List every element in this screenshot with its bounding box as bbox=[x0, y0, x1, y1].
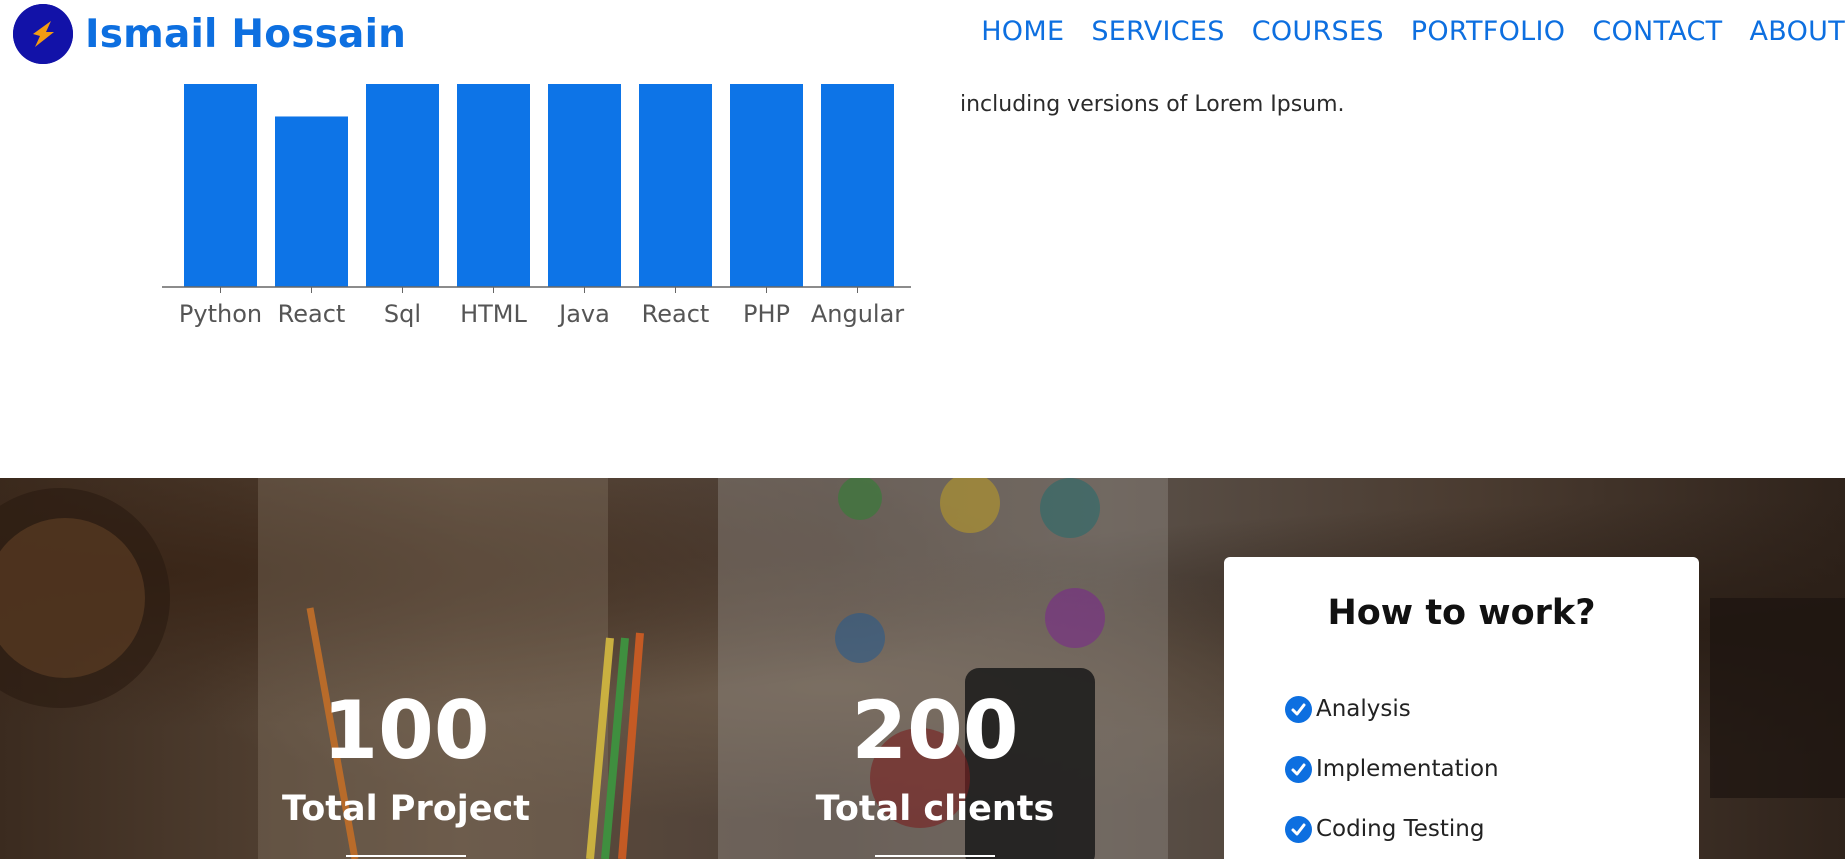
x-tick-label: HTML bbox=[460, 300, 527, 328]
nav-services[interactable]: SERVICES bbox=[1091, 16, 1224, 47]
nav-home[interactable]: HOME bbox=[981, 16, 1064, 47]
stat-total-clients: 200 Total clients bbox=[785, 691, 1085, 857]
nav-about[interactable]: ABOUT bbox=[1749, 16, 1845, 47]
list-item: Coding Testing bbox=[1285, 799, 1499, 859]
stat-number: 200 bbox=[851, 684, 1019, 777]
logo-icon[interactable] bbox=[13, 4, 73, 64]
bar-html-3 bbox=[457, 84, 530, 287]
stat-total-project: 100 Total Project bbox=[256, 691, 556, 857]
bar-angular-7 bbox=[821, 84, 894, 287]
site-header: Ismail Hossain HOME SERVICES COURSES POR… bbox=[0, 0, 1845, 64]
x-tick-label: Sql bbox=[384, 300, 421, 328]
x-tick-label: Python bbox=[179, 300, 262, 328]
about-paragraph-line: including versions of Lorem Ipsum. bbox=[960, 92, 1345, 117]
list-item: Implementation bbox=[1285, 739, 1499, 799]
process-list: Analysis Implementation Coding Testing bbox=[1285, 679, 1499, 859]
stat-label: Total clients bbox=[815, 789, 1055, 829]
stat-number: 100 bbox=[322, 684, 490, 777]
bar-react-1 bbox=[275, 116, 348, 287]
x-tick-label: Java bbox=[557, 300, 610, 328]
card-title: How to work? bbox=[1327, 593, 1596, 633]
check-circle-icon bbox=[1285, 815, 1312, 843]
brand[interactable]: Ismail Hossain bbox=[13, 4, 406, 64]
page: Ismail Hossain HOME SERVICES COURSES POR… bbox=[0, 0, 1845, 859]
x-tick-label: React bbox=[278, 300, 346, 328]
bar-react-5 bbox=[639, 84, 712, 287]
nav-contact[interactable]: CONTACT bbox=[1592, 16, 1722, 47]
list-item-label: Implementation bbox=[1316, 756, 1499, 782]
list-item-label: Coding Testing bbox=[1316, 816, 1485, 842]
nav-courses[interactable]: COURSES bbox=[1252, 16, 1384, 47]
stat-label: Total Project bbox=[282, 789, 530, 829]
check-circle-icon bbox=[1285, 695, 1312, 723]
x-tick-label: Angular bbox=[811, 300, 904, 328]
list-item-label: Analysis bbox=[1316, 696, 1411, 722]
bar-php-6 bbox=[730, 84, 803, 287]
stat-divider bbox=[346, 855, 466, 857]
nav-portfolio[interactable]: PORTFOLIO bbox=[1411, 16, 1566, 47]
brand-name[interactable]: Ismail Hossain bbox=[85, 12, 406, 57]
chart-svg: Python React Sql HTML Java React PHP Angular bbox=[162, 84, 911, 328]
logo-s-icon bbox=[13, 4, 73, 64]
x-tick-label: React bbox=[642, 300, 710, 328]
how-to-work-card: How to work? Analysis Implementation Cod… bbox=[1224, 557, 1699, 859]
bar-sql-2 bbox=[366, 84, 439, 287]
bar-python-0 bbox=[184, 84, 257, 287]
x-tick-label: PHP bbox=[743, 300, 790, 328]
skills-bar-chart: Python React Sql HTML Java React PHP Angular bbox=[162, 62, 920, 342]
bar-java-4 bbox=[548, 84, 621, 287]
list-item: Analysis bbox=[1285, 679, 1499, 739]
stat-divider bbox=[875, 855, 995, 857]
check-circle-icon bbox=[1285, 755, 1312, 783]
main-nav: HOME SERVICES COURSES PORTFOLIO CONTACT … bbox=[954, 16, 1845, 47]
